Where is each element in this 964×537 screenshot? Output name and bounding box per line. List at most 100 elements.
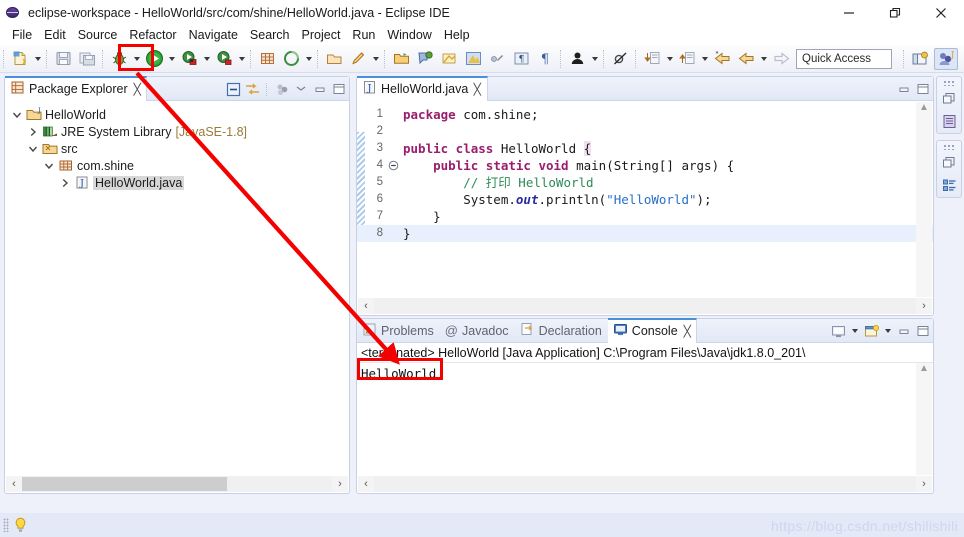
open-console-icon[interactable] xyxy=(863,323,879,339)
maximize-icon[interactable] xyxy=(331,81,347,97)
close-icon[interactable]: ╳ xyxy=(474,83,481,96)
menu-window[interactable]: Window xyxy=(381,26,437,45)
coverage-icon[interactable] xyxy=(213,48,235,70)
close-icon[interactable]: ╳ xyxy=(133,83,140,96)
quick-access-input[interactable]: Quick Access xyxy=(796,49,892,69)
scroll-left-icon[interactable]: ‹ xyxy=(6,476,22,492)
save-icon[interactable] xyxy=(52,48,74,70)
menu-refactor[interactable]: Refactor xyxy=(123,26,182,45)
chevron-down-icon[interactable] xyxy=(9,107,25,123)
tab-javadoc[interactable]: @ Javadoc xyxy=(440,319,515,343)
java-perspective-icon[interactable]: J xyxy=(934,48,958,70)
pilcrow-icon[interactable]: ¶ xyxy=(510,48,532,70)
tree-item-jre-system-library[interactable]: JRE System Library [JavaSE-1.8] xyxy=(5,123,349,140)
restore-icon[interactable] xyxy=(940,91,958,108)
display-console-icon[interactable] xyxy=(830,323,846,339)
editor-hscrollbar[interactable]: ‹ › xyxy=(358,298,932,314)
back-dropdown-arrow[interactable] xyxy=(758,48,769,70)
tab-problems[interactable]: Problems xyxy=(357,319,440,343)
tree-item-helloworld-java[interactable]: J HelloWorld.java xyxy=(5,174,349,191)
minimize-console-icon[interactable] xyxy=(896,323,912,339)
forward-arrow-icon[interactable] xyxy=(770,48,792,70)
fold-collapse-icon[interactable] xyxy=(387,160,399,171)
tree-item-com-shine-package[interactable]: com.shine xyxy=(5,157,349,174)
tab-declaration[interactable]: Declaration xyxy=(515,319,608,343)
person-dropdown-arrow[interactable] xyxy=(589,48,600,70)
person-icon[interactable] xyxy=(566,48,588,70)
scroll-track[interactable] xyxy=(374,298,916,314)
tab-helloworld-java[interactable]: J HelloWorld.java ╳ xyxy=(357,75,488,101)
tree-item-helloworld-project[interactable]: J HelloWorld xyxy=(5,106,349,123)
previous-annotation-icon[interactable] xyxy=(676,48,698,70)
link-editor-icon[interactable] xyxy=(244,81,260,97)
external-tools-icon[interactable] xyxy=(178,48,200,70)
scroll-up-icon[interactable]: ▲ xyxy=(919,363,929,379)
new-file-icon[interactable] xyxy=(9,48,31,70)
menu-source[interactable]: Source xyxy=(72,26,124,45)
previous-annotation-dropdown-arrow[interactable] xyxy=(699,48,710,70)
minimize-window-button[interactable] xyxy=(826,0,872,26)
stack-grip[interactable] xyxy=(943,144,955,150)
scroll-track[interactable] xyxy=(22,476,332,492)
restore-window-button[interactable] xyxy=(872,0,918,26)
skip-breakpoints-icon[interactable] xyxy=(609,48,631,70)
whitespace-icon[interactable] xyxy=(486,48,508,70)
pilcrow-text-icon[interactable]: ¶ xyxy=(534,48,556,70)
collapse-all-icon[interactable] xyxy=(225,81,241,97)
view-menu-icon[interactable] xyxy=(274,81,290,97)
open-type-icon[interactable] xyxy=(323,48,345,70)
scroll-up-icon[interactable]: ▲ xyxy=(919,102,929,118)
minimize-view-icon[interactable] xyxy=(312,81,328,97)
pencil-search-icon[interactable] xyxy=(347,48,369,70)
editor-vscrollbar[interactable]: ▲ xyxy=(916,102,932,297)
tree-item-src[interactable]: src xyxy=(5,140,349,157)
chevron-right-icon[interactable] xyxy=(25,124,41,140)
next-annotation-icon[interactable] xyxy=(641,48,663,70)
run-dropdown-arrow[interactable] xyxy=(166,48,177,70)
run-play-icon[interactable] xyxy=(143,48,165,70)
annotation-icon[interactable] xyxy=(414,48,436,70)
close-window-button[interactable] xyxy=(918,0,964,26)
class-dropdown-arrow[interactable] xyxy=(303,48,314,70)
menu-help[interactable]: Help xyxy=(438,26,476,45)
display-console-dropdown-arrow[interactable] xyxy=(849,320,860,342)
minimize-icon[interactable] xyxy=(293,81,309,97)
menu-edit[interactable]: Edit xyxy=(38,26,72,45)
coverage-dropdown-arrow[interactable] xyxy=(236,48,247,70)
scroll-thumb[interactable] xyxy=(22,477,227,491)
close-icon[interactable]: ╳ xyxy=(683,325,690,338)
search-dropdown-arrow[interactable] xyxy=(370,48,381,70)
outline-icon[interactable] xyxy=(940,113,958,130)
scroll-right-icon[interactable]: › xyxy=(332,476,348,492)
open-perspective-icon[interactable] xyxy=(908,48,932,70)
console-hscrollbar[interactable]: ‹ › xyxy=(358,476,932,492)
chevron-right-icon[interactable] xyxy=(57,175,73,191)
menu-project[interactable]: Project xyxy=(296,26,347,45)
scroll-left-icon[interactable]: ‹ xyxy=(358,298,374,314)
menu-navigate[interactable]: Navigate xyxy=(183,26,244,45)
package-icon[interactable] xyxy=(256,48,278,70)
stack-grip[interactable] xyxy=(943,80,955,86)
scroll-right-icon[interactable]: › xyxy=(916,476,932,492)
chevron-down-icon[interactable] xyxy=(25,141,41,157)
scroll-right-icon[interactable]: › xyxy=(916,298,932,314)
open-console-dropdown-arrow[interactable] xyxy=(882,320,893,342)
debug-dropdown-arrow[interactable] xyxy=(131,48,142,70)
back-arrow-icon[interactable] xyxy=(735,48,757,70)
new-file-dropdown-arrow[interactable] xyxy=(32,48,43,70)
last-edit-icon[interactable]: * xyxy=(711,48,733,70)
next-annotation-dropdown-arrow[interactable] xyxy=(664,48,675,70)
markup-icon[interactable] xyxy=(438,48,460,70)
menu-search[interactable]: Search xyxy=(244,26,296,45)
restore-icon[interactable] xyxy=(940,155,958,172)
class-icon[interactable] xyxy=(280,48,302,70)
code-area[interactable]: 1 package com.shine; 2 3 public class He… xyxy=(357,102,933,297)
bug-icon[interactable] xyxy=(108,48,130,70)
menu-file[interactable]: File xyxy=(6,26,38,45)
block-select-icon[interactable] xyxy=(462,48,484,70)
scroll-left-icon[interactable]: ‹ xyxy=(358,476,374,492)
minimize-editor-icon[interactable] xyxy=(896,81,912,97)
maximize-console-icon[interactable] xyxy=(915,323,931,339)
menu-run[interactable]: Run xyxy=(346,26,381,45)
chevron-down-icon[interactable] xyxy=(41,158,57,174)
